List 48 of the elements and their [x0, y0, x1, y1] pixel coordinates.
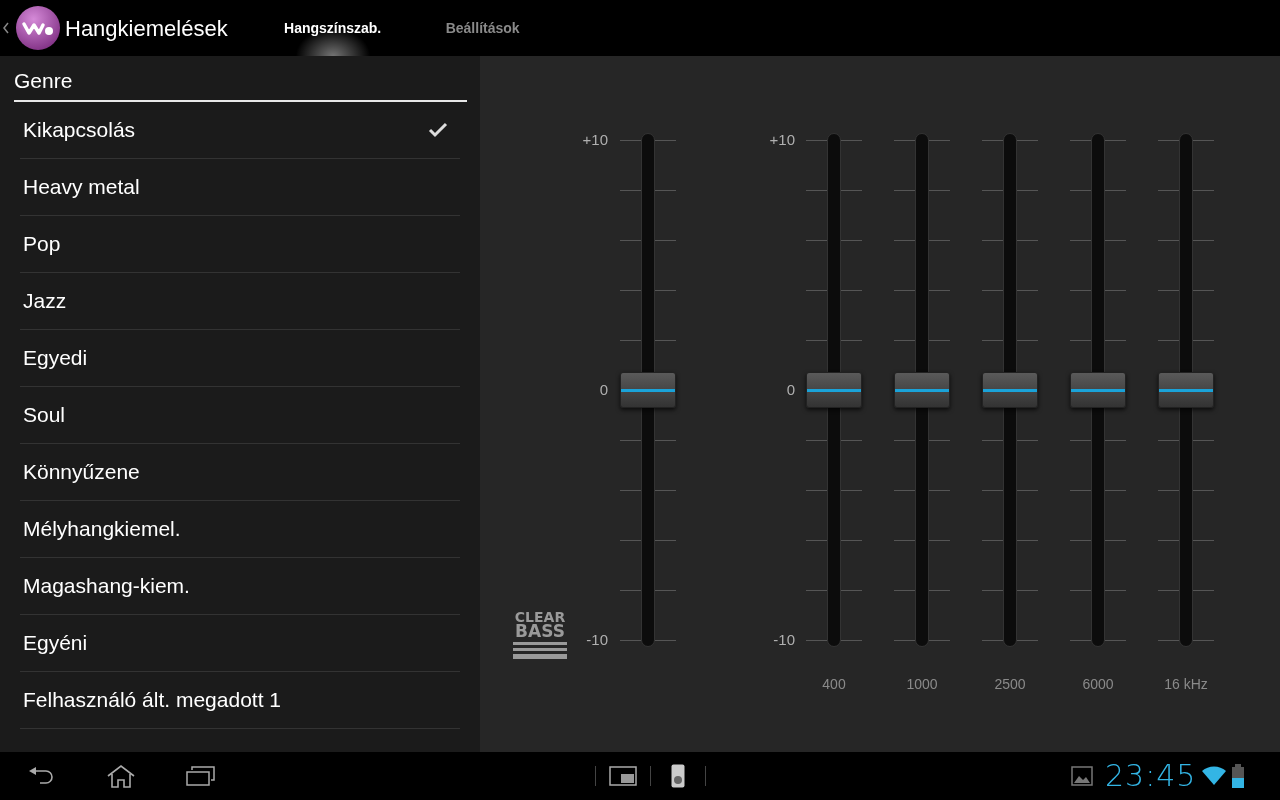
- slider-track[interactable]: [894, 133, 950, 647]
- frequency-label: 16 kHz: [1164, 675, 1208, 694]
- music-player-icon[interactable]: [671, 764, 685, 788]
- slider-track[interactable]: [1070, 133, 1126, 647]
- slider-track[interactable]: [806, 133, 862, 647]
- frequency-label: 400: [822, 675, 846, 694]
- wifi-icon: [1202, 766, 1227, 786]
- genre-list-item[interactable]: Egyedi: [20, 330, 460, 387]
- scale-label: -10: [586, 633, 608, 647]
- slider-thumb[interactable]: [894, 372, 950, 408]
- frequency-label: 6000: [1082, 675, 1114, 694]
- clear-bass-logo: CLEAR BASS: [512, 610, 568, 752]
- clock: 23:45: [1105, 761, 1197, 791]
- image-icon[interactable]: [1071, 766, 1093, 786]
- recent-apps-icon[interactable]: [186, 766, 216, 786]
- genre-list-item[interactable]: Egyéni: [20, 615, 460, 672]
- genre-list-item[interactable]: Magashang-kiem.: [20, 558, 460, 615]
- app-logo-icon[interactable]: [15, 5, 61, 51]
- genre-list-item[interactable]: Felhasználó ált. megadott 1: [20, 672, 460, 729]
- genre-list-item[interactable]: Könnyűzene: [20, 444, 460, 501]
- slider-track[interactable]: [982, 133, 1038, 647]
- slider-track[interactable]: [620, 133, 676, 647]
- tab[interactable]: Beállítások: [407, 0, 558, 56]
- genre-list-item[interactable]: Jazz: [20, 273, 460, 330]
- battery-icon: [1232, 764, 1245, 788]
- window-icon[interactable]: [609, 766, 637, 786]
- slider-thumb[interactable]: [1070, 372, 1126, 408]
- slider-thumb[interactable]: [1158, 372, 1214, 408]
- genre-list-item[interactable]: Kikapcsolás: [20, 102, 460, 159]
- genre-list-item[interactable]: Soul: [20, 387, 460, 444]
- genre-list-item[interactable]: Pop: [20, 216, 460, 273]
- back-caret-icon[interactable]: [3, 22, 11, 34]
- genre-list-item[interactable]: Heavy metal: [20, 159, 460, 216]
- slider-thumb[interactable]: [982, 372, 1038, 408]
- slider-thumb[interactable]: [806, 372, 862, 408]
- frequency-label: 2500: [994, 675, 1026, 694]
- slider-thumb[interactable]: [620, 372, 676, 408]
- scale-label: +10: [769, 133, 795, 147]
- scale-label: 0: [786, 383, 795, 397]
- home-icon[interactable]: [106, 764, 136, 788]
- app-title: Hangkiemelések: [65, 14, 228, 43]
- genre-list-item[interactable]: Mélyhangkiemel.: [20, 501, 460, 558]
- scale-label: 0: [599, 383, 608, 397]
- section-header: Genre: [14, 68, 467, 102]
- scale-label: -10: [773, 633, 795, 647]
- frequency-label: 1000: [906, 675, 938, 694]
- scale-label: +10: [582, 133, 608, 147]
- slider-track[interactable]: [1158, 133, 1214, 647]
